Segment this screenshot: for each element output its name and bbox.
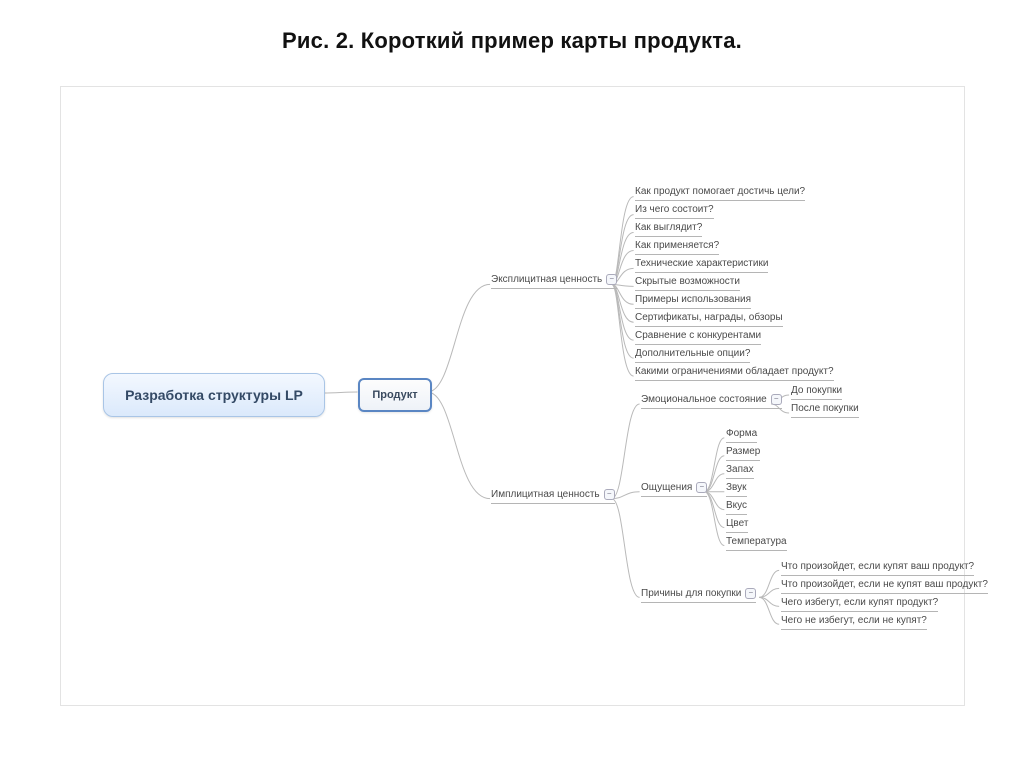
leaf-explicit-9[interactable]: Дополнительные опции? [635,347,750,363]
mindmap-canvas: Разработка структуры LP Продукт Эксплици… [60,86,965,706]
product-node[interactable]: Продукт [358,378,432,412]
branch-implicit-label: Имплицитная ценность [491,489,600,500]
root-node[interactable]: Разработка структуры LP [103,373,325,417]
leaf-sensations-1[interactable]: Размер [726,445,760,461]
leaf-explicit-1[interactable]: Из чего состоит? [635,203,714,219]
leaf-sensations-2[interactable]: Запах [726,463,754,479]
expand-icon[interactable]: − [771,394,782,405]
branch-explicit[interactable]: Эксплицитная ценность− [491,273,617,289]
leaf-reasons-0[interactable]: Что произойдет, если купят ваш продукт? [781,560,974,576]
leaf-sensations-5[interactable]: Цвет [726,517,748,533]
branch-reasons-label: Причины для покупки [641,588,741,599]
branch-reasons[interactable]: Причины для покупки− [641,587,756,603]
leaf-explicit-7[interactable]: Сертификаты, награды, обзоры [635,311,783,327]
branch-explicit-label: Эксплицитная ценность [491,274,602,285]
leaf-explicit-6[interactable]: Примеры использования [635,293,751,309]
leaf-explicit-2[interactable]: Как выглядит? [635,221,702,237]
branch-implicit[interactable]: Имплицитная ценность− [491,488,615,504]
leaf-emotional-1[interactable]: После покупки [791,402,859,418]
expand-icon[interactable]: − [604,489,615,500]
leaf-sensations-4[interactable]: Вкус [726,499,747,515]
leaf-explicit-3[interactable]: Как применяется? [635,239,719,255]
leaf-explicit-8[interactable]: Сравнение с конкурентами [635,329,761,345]
leaf-explicit-4[interactable]: Технические характеристики [635,257,768,273]
leaf-explicit-10[interactable]: Какими ограничениями обладает продукт? [635,365,834,381]
branch-emotional-label: Эмоциональное состояние [641,394,767,405]
leaf-reasons-3[interactable]: Чего не избегут, если не купят? [781,614,927,630]
leaf-emotional-0[interactable]: До покупки [791,384,842,400]
figure-title: Рис. 2. Короткий пример карты продукта. [0,28,1024,54]
leaf-sensations-6[interactable]: Температура [726,535,787,551]
branch-emotional[interactable]: Эмоциональное состояние− [641,393,782,409]
leaf-reasons-1[interactable]: Что произойдет, если не купят ваш продук… [781,578,988,594]
leaf-explicit-0[interactable]: Как продукт помогает достичь цели? [635,185,805,201]
expand-icon[interactable]: − [696,482,707,493]
leaf-reasons-2[interactable]: Чего избегут, если купят продукт? [781,596,938,612]
expand-icon[interactable]: − [745,588,756,599]
expand-icon[interactable]: − [606,274,617,285]
branch-sensations-label: Ощущения [641,482,692,493]
leaf-sensations-0[interactable]: Форма [726,427,757,443]
branch-sensations[interactable]: Ощущения− [641,481,707,497]
leaf-sensations-3[interactable]: Звук [726,481,747,497]
leaf-explicit-5[interactable]: Скрытые возможности [635,275,740,291]
